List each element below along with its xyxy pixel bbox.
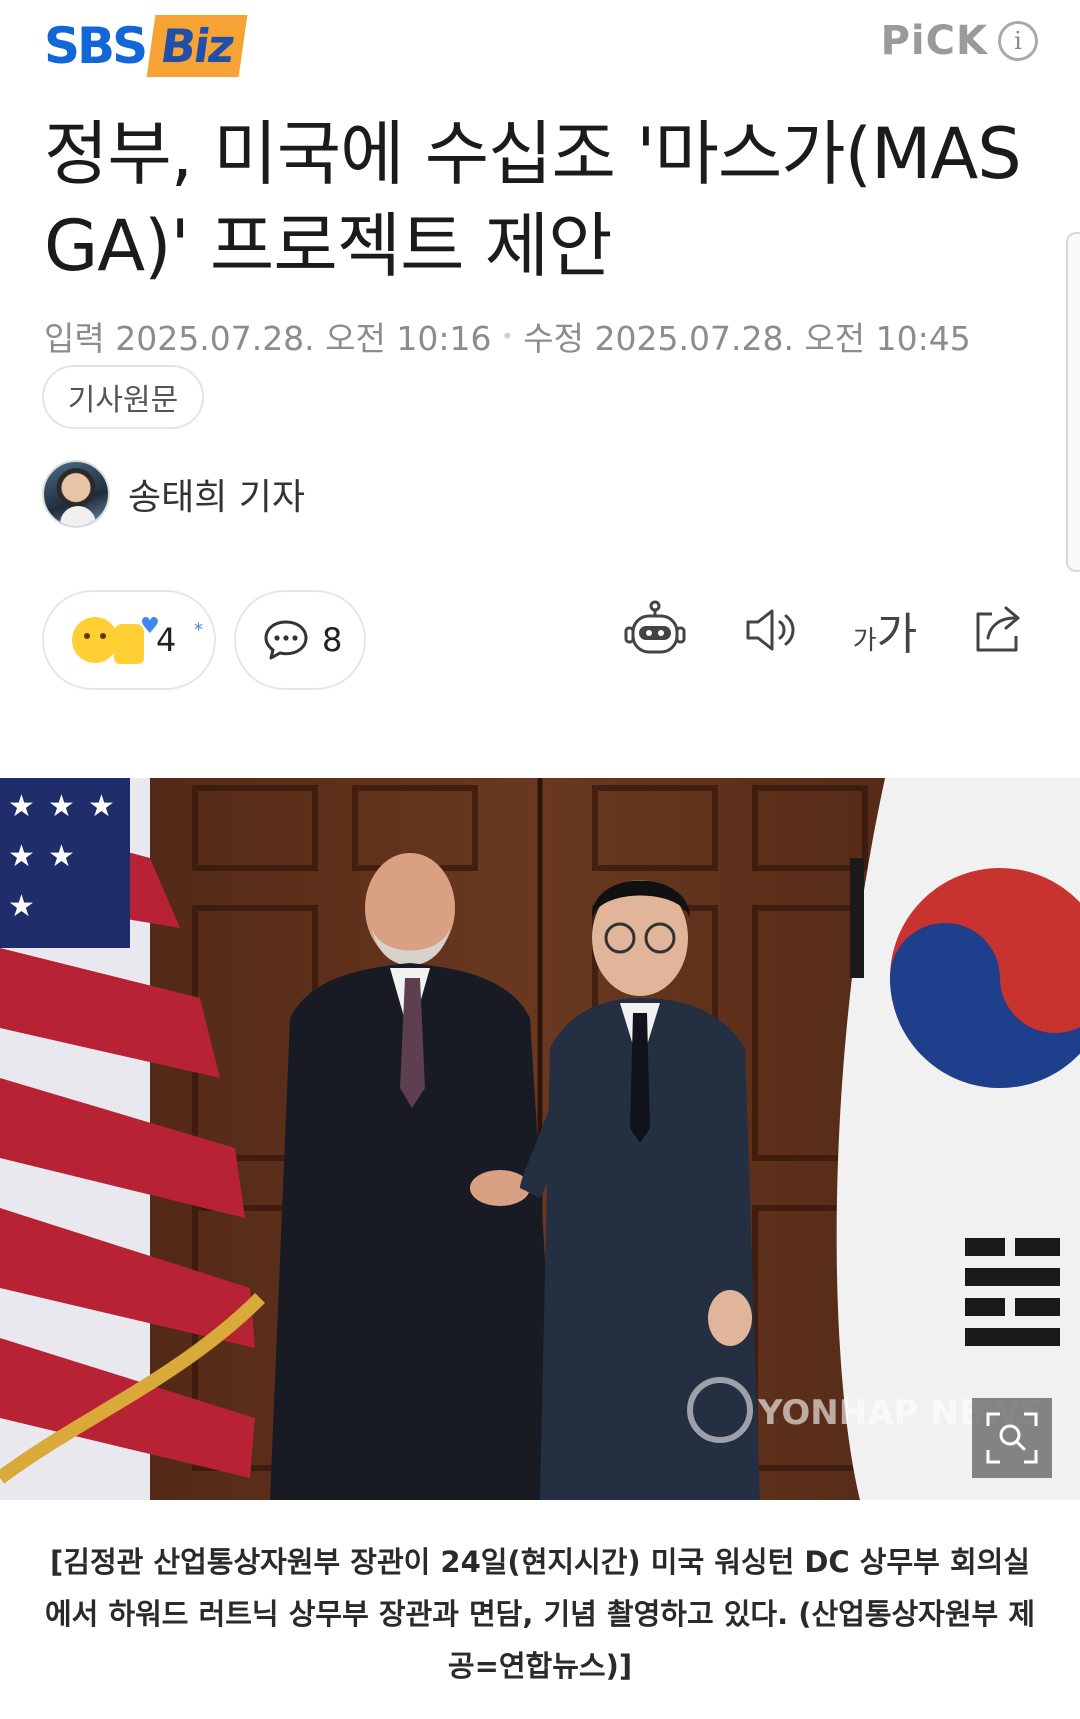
reporter-name: 송태희 기자	[128, 477, 306, 518]
article-photo[interactable]: ★ ★ ★ ★ ★ ★ YONHAP NEWS	[0, 778, 1080, 1500]
date-separator: •	[501, 324, 514, 348]
input-date: 2025.07.28. 오전 10:16	[115, 319, 492, 358]
speaker-icon	[746, 609, 795, 651]
comment-count: 8	[322, 621, 343, 659]
reaction-button[interactable]: ♥ ⁎ 4	[42, 590, 216, 690]
text-to-speech-button[interactable]	[730, 590, 810, 670]
comment-button[interactable]: 8	[234, 590, 366, 690]
photo-caption: [김정관 산업통상자원부 장관이 24일(현지시간) 미국 워싱턴 DC 상무부…	[44, 1545, 1035, 1683]
svg-text:★: ★	[8, 839, 35, 874]
zoom-magnifier-icon	[986, 1412, 1038, 1464]
reporter-info[interactable]: 송태희 기자	[42, 460, 305, 528]
heart-icon: ♥	[140, 614, 160, 639]
pick-badge[interactable]: PiCK i	[881, 18, 1038, 64]
modified-date: 2025.07.28. 오전 10:45	[594, 319, 971, 358]
article-dates: 입력 2025.07.28. 오전 10:16 • 수정 2025.07.28.…	[44, 312, 971, 360]
sparkle-icon: ⁎	[194, 614, 203, 635]
svg-text:★: ★	[48, 789, 75, 824]
pick-label: PiCK	[880, 18, 988, 64]
info-icon[interactable]: i	[998, 21, 1038, 61]
article-action-bar: ♥ ⁎ 4 8 가가	[0, 590, 1080, 700]
photo-illustration: ★ ★ ★ ★ ★ ★ YONHAP NEWS	[0, 778, 1080, 1500]
font-size-icon: 가가	[852, 609, 918, 660]
logo-sbs-text: SBS	[44, 17, 148, 75]
reporter-avatar	[42, 460, 110, 528]
sbs-biz-logo[interactable]: SBS Biz	[44, 14, 248, 78]
share-button[interactable]	[958, 590, 1038, 670]
modified-label: 수정	[523, 319, 584, 358]
svg-text:★: ★	[8, 789, 35, 824]
photo-zoom-button[interactable]	[972, 1398, 1052, 1478]
input-label: 입력	[44, 319, 105, 358]
ai-summary-button[interactable]	[615, 590, 695, 670]
svg-text:★: ★	[48, 839, 75, 874]
comment-bubble-icon	[264, 620, 308, 660]
font-size-button[interactable]: 가가	[845, 590, 925, 670]
share-icon	[976, 606, 1020, 652]
article-title: 정부, 미국에 수십조 '마스가(MASGA)' 프로젝트 제안	[44, 113, 1022, 287]
smile-emoji-icon	[72, 617, 118, 663]
top-header: SBS Biz PiCK i	[0, 0, 1080, 100]
side-drawer-handle[interactable]	[1066, 232, 1080, 572]
svg-text:★: ★	[8, 889, 35, 924]
robot-summary-icon	[624, 600, 686, 654]
original-article-button[interactable]: 기사원문	[42, 365, 204, 429]
logo-biz-text: Biz	[146, 15, 248, 77]
svg-text:★: ★	[88, 789, 115, 824]
